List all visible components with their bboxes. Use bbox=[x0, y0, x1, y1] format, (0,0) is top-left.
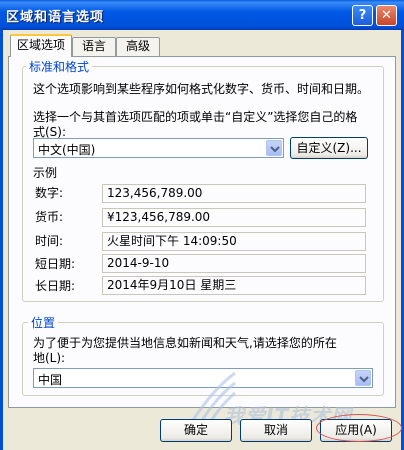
close-button[interactable]: ✕ bbox=[376, 5, 397, 26]
sample-label-currency: 货币: bbox=[35, 210, 64, 224]
window-border-left bbox=[0, 30, 3, 450]
location-select-value: 中国 bbox=[38, 373, 63, 387]
standards-legend: 标准和格式 bbox=[26, 58, 93, 75]
location-legend: 位置 bbox=[28, 314, 59, 331]
tab-languages[interactable]: 语言 bbox=[72, 37, 116, 56]
customize-button[interactable]: 自定义(Z)... bbox=[290, 137, 368, 159]
locale-select-value: 中文(中国) bbox=[38, 143, 96, 157]
sample-label-number: 数字: bbox=[35, 186, 64, 200]
standards-description: 这个选项影响到某些程序如何格式化数字、货币、时间和日期。 bbox=[33, 82, 370, 96]
chevron-down-icon[interactable] bbox=[355, 370, 371, 386]
location-description-line-2: 地(L): bbox=[33, 351, 66, 365]
sample-label-long-date: 长日期: bbox=[35, 279, 76, 293]
samples-heading: 示例 bbox=[33, 166, 58, 180]
tab-regional-options[interactable]: 区域选项 bbox=[10, 34, 72, 57]
sample-value-long-date: 2014年9月10日 星期三 bbox=[102, 276, 366, 295]
location-description-line-1: 为了便于为您提供当地信息如新闻和天气,请选择您的所在 bbox=[33, 336, 337, 350]
sample-value-currency: ¥123,456,789.00 bbox=[102, 208, 366, 227]
tab-advanced[interactable]: 高级 bbox=[116, 37, 160, 56]
sample-label-time: 时间: bbox=[35, 234, 64, 248]
locale-select[interactable]: 中文(中国) bbox=[33, 138, 284, 158]
window-title: 区域和语言选项 bbox=[6, 10, 105, 25]
cancel-button[interactable]: 取消 bbox=[240, 419, 312, 442]
sample-value-time: 火星时间下午 14:09:50 bbox=[102, 232, 366, 251]
chevron-down-icon[interactable] bbox=[266, 140, 282, 156]
instruction-line-1: 选择一个与其首选项匹配的项或单击“自定义”选择您自己的格 bbox=[33, 110, 358, 124]
ok-button[interactable]: 确定 bbox=[160, 419, 232, 442]
help-button[interactable]: ? bbox=[352, 5, 373, 26]
apply-highlight-circle bbox=[316, 414, 402, 442]
sample-value-number: 123,456,789.00 bbox=[102, 184, 366, 203]
sample-label-short-date: 短日期: bbox=[35, 257, 76, 271]
sample-value-short-date: 2014-9-10 bbox=[102, 254, 366, 273]
